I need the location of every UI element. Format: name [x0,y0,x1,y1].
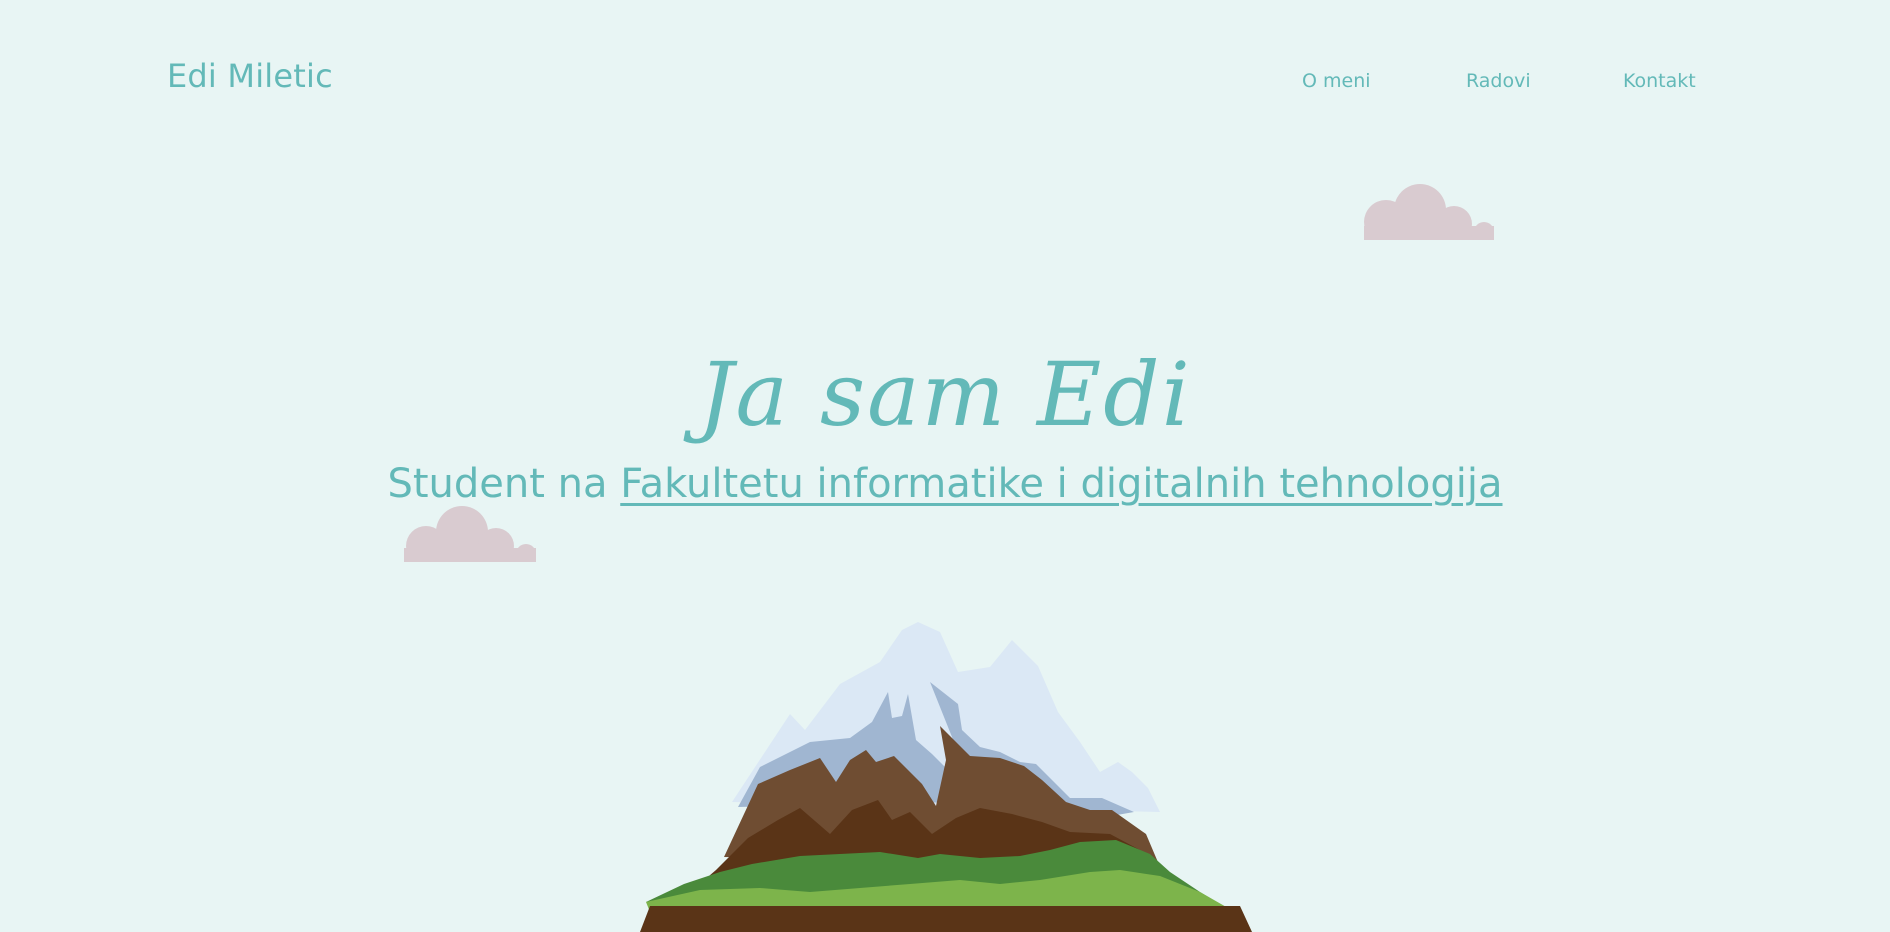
cloud-icon [404,506,536,562]
hero-title: Ja sam Edi [698,342,1192,446]
faculty-link[interactable]: Fakultetu informatike i digitalnih tehno… [620,461,1502,507]
main-nav: O meni Radovi Kontakt [0,72,1890,102]
cloud-icon [1364,184,1494,240]
nav-link-radovi[interactable]: Radovi [1466,72,1531,91]
nav-link-kontakt[interactable]: Kontakt [1623,72,1696,91]
hero-subtitle-prefix: Student na [387,461,621,507]
hero-subtitle: Student na Fakultetu informatike i digit… [0,464,1890,504]
nav-link-o-meni[interactable]: O meni [1302,72,1371,91]
mountain-illustration [640,622,1252,932]
site-header: Edi Miletic O meni Radovi Kontakt [0,0,1890,140]
